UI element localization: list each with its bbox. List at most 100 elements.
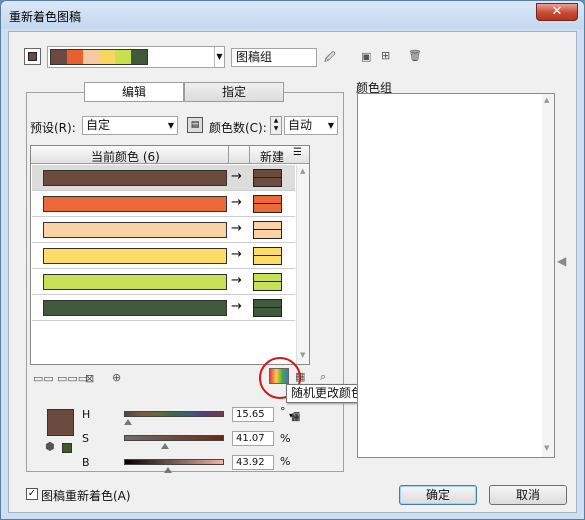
color-row[interactable]: → — [32, 295, 295, 321]
chevron-down-icon: ▼ — [327, 121, 334, 130]
color-count-value: 自动 — [288, 118, 313, 132]
color-groups-list: ▲ ▼ — [357, 93, 555, 458]
artwork-group-field[interactable]: 图稿组 — [231, 48, 317, 67]
tab-edit[interactable]: 编辑 — [84, 82, 184, 102]
current-color-bar[interactable] — [43, 222, 227, 238]
new-color-swatch[interactable] — [253, 299, 282, 317]
arrow-icon[interactable]: → — [231, 247, 242, 262]
saturation-unit: % — [280, 432, 291, 445]
current-color-bar[interactable] — [43, 274, 227, 290]
title-bar[interactable]: 重新着色图稿 ✕ — [1, 1, 584, 29]
current-color-thumb[interactable] — [24, 48, 41, 65]
strip-swatch — [99, 50, 115, 64]
arrow-icon[interactable]: → — [231, 169, 242, 184]
color-row[interactable]: → — [32, 165, 295, 191]
scroll-down-icon[interactable]: ▼ — [300, 351, 305, 359]
current-color-bar[interactable] — [43, 170, 227, 186]
table-layout-icon[interactable]: ▦ — [291, 412, 300, 423]
new-color-group-icon[interactable]: ⊞ — [381, 49, 390, 62]
header-current-colors: 当前颜色 (6) — [91, 150, 160, 164]
hue-label: H — [82, 408, 91, 421]
strip-swatch — [115, 50, 131, 64]
current-color-bar[interactable] — [43, 300, 227, 316]
tab-assign[interactable]: 指定 — [184, 82, 284, 102]
hue-value-input[interactable]: 15.65 — [232, 407, 274, 422]
brightness-slider-thumb[interactable] — [163, 467, 172, 473]
arrow-icon[interactable]: → — [231, 299, 242, 314]
recolor-artwork-dialog: 重新着色图稿 ✕ ▼ 图稿组 🖉 ▣ ⊞ 🗑 编辑 指定 预设(R): 自定 ▼… — [0, 0, 585, 520]
merge-colors-icon[interactable]: ▭▭ — [33, 372, 54, 385]
color-row[interactable]: → — [32, 191, 295, 217]
arrow-icon[interactable]: → — [231, 273, 242, 288]
color-count-select[interactable]: 自动 ▼ — [284, 116, 338, 135]
brightness-slider[interactable] — [124, 459, 224, 465]
color-row[interactable]: → — [32, 269, 295, 295]
brightness-value-input[interactable]: 43.92 — [232, 455, 274, 470]
column-menu-icon[interactable]: ☰ — [293, 147, 302, 158]
strip-swatch — [67, 50, 83, 64]
hue-unit: ° — [280, 405, 286, 418]
header-new: 新建 — [260, 150, 285, 164]
color-count-label: 颜色数(C): — [209, 121, 267, 135]
new-color-swatch[interactable] — [253, 169, 282, 187]
scroll-up-icon[interactable]: ▲ — [300, 167, 305, 175]
chevron-down-icon: ▼ — [214, 47, 224, 67]
saturation-slider[interactable] — [124, 435, 224, 441]
color-count-stepper[interactable]: ▲ ▼ — [270, 116, 282, 135]
ok-button[interactable]: 确定 — [399, 485, 477, 505]
dialog-body: ▼ 图稿组 🖉 ▣ ⊞ 🗑 编辑 指定 预设(R): 自定 ▼ ▤ 颜色数(C)… — [8, 31, 577, 513]
scrollbar[interactable]: ▲ ▼ — [296, 165, 309, 364]
chevron-down-icon: ▼ — [167, 121, 174, 130]
cancel-button[interactable]: 取消 — [489, 485, 567, 505]
collapse-panel-icon[interactable]: ◀ — [557, 254, 566, 268]
hue-slider[interactable] — [124, 411, 224, 417]
exclude-colors-icon[interactable]: ⊠ — [85, 372, 94, 385]
separate-colors-icon[interactable]: ▭▭▭ — [57, 372, 88, 385]
window-title: 重新着色图稿 — [9, 10, 82, 24]
color-groups-scrollbar[interactable]: ▲ ▼ — [542, 94, 554, 457]
color-row[interactable]: → — [32, 217, 295, 243]
recolor-artwork-label: 图稿重新着色(A) — [41, 489, 131, 503]
color-row[interactable]: → — [32, 243, 295, 269]
find-color-icon[interactable]: ⌕ — [320, 370, 326, 384]
color-preview-swatch[interactable] — [47, 409, 74, 436]
table-header: 当前颜色 (6) 新建 ☰ — [31, 146, 309, 164]
new-color-swatch[interactable] — [253, 247, 282, 265]
preset-select[interactable]: 自定 ▼ — [82, 116, 178, 135]
preset-label: 预设(R): — [30, 121, 76, 135]
strip-swatch — [83, 50, 99, 64]
current-color-bar[interactable] — [43, 248, 227, 264]
close-button[interactable]: ✕ — [536, 3, 578, 21]
trash-icon[interactable]: 🗑 — [408, 49, 422, 62]
saturation-value-input[interactable]: 41.07 — [232, 431, 274, 446]
brightness-unit: % — [280, 455, 291, 468]
header-divider — [228, 146, 229, 164]
color-strip-dropdown[interactable]: ▼ — [47, 46, 225, 68]
eyedropper-icon[interactable]: 🖉 — [324, 49, 336, 68]
color-reduction-options-icon[interactable]: ▤ — [187, 117, 203, 133]
color-table: 当前颜色 (6) 新建 ☰ → → → → → → ▲ ▼ — [30, 145, 310, 365]
recolor-artwork-checkbox[interactable]: ✓ — [26, 488, 38, 500]
scroll-up-icon[interactable]: ▲ — [544, 96, 549, 104]
color-strip — [50, 49, 148, 65]
brightness-label: B — [82, 456, 90, 469]
new-color-swatch[interactable] — [253, 221, 282, 239]
saturation-label: S — [82, 432, 89, 445]
strip-swatch — [51, 50, 67, 64]
header-divider — [249, 146, 250, 164]
new-color-swatch[interactable] — [253, 273, 282, 291]
new-row-icon[interactable]: ⊕ — [112, 371, 121, 384]
save-icon[interactable]: ▣ — [361, 50, 371, 63]
preset-value: 自定 — [86, 118, 111, 132]
arrow-icon[interactable]: → — [231, 221, 242, 236]
strip-swatch — [131, 50, 147, 64]
scroll-down-icon[interactable]: ▼ — [544, 444, 549, 452]
current-color-thumb-swatch — [28, 52, 37, 61]
current-color-bar[interactable] — [43, 196, 227, 212]
arrow-icon[interactable]: → — [231, 195, 242, 210]
new-color-swatch[interactable] — [253, 195, 282, 213]
saturation-slider-thumb[interactable] — [161, 443, 170, 449]
hue-slider-thumb[interactable] — [124, 419, 133, 425]
fill-color-swatch[interactable] — [62, 443, 72, 453]
3d-cube-icon[interactable]: ⬢ — [45, 440, 55, 453]
